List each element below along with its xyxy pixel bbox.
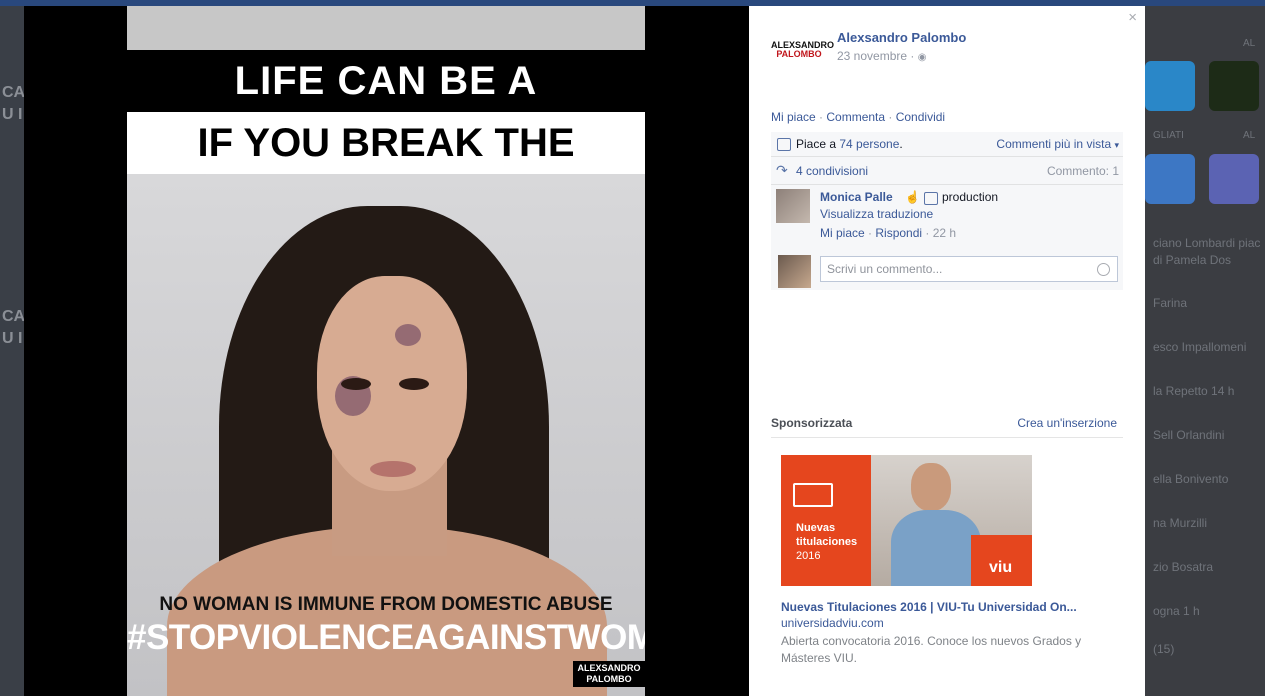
background-text: ella Bonivento	[1153, 472, 1229, 486]
ad-person-head	[911, 463, 951, 511]
ad-badge: Nuevas titulaciones 2016	[796, 521, 857, 563]
background-text: la Repetto 14 h	[1153, 384, 1235, 398]
background-text: GLIATI	[1153, 130, 1184, 141]
ad-badge-year: 2016	[796, 550, 821, 562]
ad-person-body	[891, 510, 981, 586]
likes-sentence: Piace a 74 persone.	[796, 137, 903, 151]
game-thumbnail	[1145, 154, 1195, 204]
background-text: Farina	[1153, 296, 1188, 310]
ad-badge-line: titulaciones	[796, 536, 858, 548]
background-text: CA	[2, 84, 26, 101]
ad-brand-logo: viu	[989, 559, 1013, 576]
caption-hashtag: #STOPVIOLENCEAGAINSTWOMEN	[127, 618, 645, 657]
date-text: 23 novembre ·	[837, 49, 918, 63]
background-left-column: CA U I CA U I	[0, 6, 26, 696]
separator: ·	[922, 226, 933, 240]
close-icon[interactable]: ×	[1128, 9, 1137, 26]
shares-link[interactable]: 4 condivisioni	[796, 164, 868, 178]
background-text: Sell Orlandini	[1153, 428, 1225, 442]
comment-actions: Mi piace · Rispondi · 22 h	[820, 226, 956, 240]
game-thumbnail	[1209, 61, 1259, 111]
campaign-photo: LIFE CAN BE A FAIRYTALE IF YOU BREAK THE…	[127, 6, 645, 696]
feedback-box: Piace a 74 persone. Commenti più in vist…	[771, 132, 1123, 290]
background-text: zio Bosatra	[1153, 560, 1214, 574]
reply-button[interactable]: Rispondi	[875, 226, 922, 240]
background-text: di Pamela Dos	[1153, 253, 1232, 267]
eye-shape	[341, 378, 371, 390]
ad-badge-line: Nuevas	[796, 522, 836, 534]
sort-label: Commenti più in vista	[996, 137, 1112, 151]
comment-button[interactable]: Commenta	[826, 110, 885, 124]
comment-count: Commento: 1	[1046, 164, 1119, 178]
artist-logo: ALEXSANDRO PALOMBO	[573, 661, 645, 687]
chevron-down-icon: ▾	[1114, 140, 1119, 150]
background-text: na Murzilli	[1153, 516, 1208, 530]
background-text: ciano Lombardi piac	[1153, 236, 1261, 250]
avatar-line: PALOMBO	[776, 49, 822, 59]
separator: ·	[815, 110, 827, 124]
headline-bottom: IF YOU BREAK THE SILENCE	[127, 112, 645, 227]
ad-title-link[interactable]: Nuevas Titulaciones 2016 | VIU-Tu Univer…	[781, 600, 1121, 614]
game-thumbnail	[1209, 154, 1259, 204]
shares-row: ↷ 4 condivisioni Commento: 1	[771, 158, 1123, 185]
background-text: U I	[2, 330, 23, 347]
comment-sort-dropdown[interactable]: Commenti più in vista ▾	[996, 137, 1119, 151]
background-text: U I	[2, 106, 23, 123]
background-text: ogna 1 h	[1153, 604, 1200, 618]
viewer-avatar	[778, 255, 811, 288]
sponsored-header: Sponsorizzata Crea un'inserzione	[771, 416, 1123, 438]
sponsored-label: Sponsorizzata	[771, 416, 853, 430]
likes-count-link[interactable]: 74 persone	[839, 137, 899, 151]
commenter-avatar[interactable]	[776, 189, 810, 223]
likes-row: Piace a 74 persone. Commenti più in vist…	[771, 132, 1123, 157]
post-panel: × ALEXSANDRO PALOMBO Alexsandro Palombo …	[749, 6, 1145, 696]
headline-top: LIFE CAN BE A FAIRYTALE	[127, 50, 645, 165]
translate-link[interactable]: Visualizza traduzione	[820, 207, 933, 221]
eye-shape	[399, 378, 429, 390]
likes-suffix: .	[899, 137, 903, 151]
author-name-link[interactable]: Alexsandro Palombo	[837, 30, 966, 45]
photo-stage[interactable]: LIFE CAN BE A FAIRYTALE IF YOU BREAK THE…	[24, 6, 749, 696]
background-text: CA	[2, 308, 26, 325]
ad-url-link[interactable]: universidadviu.com	[781, 616, 884, 630]
share-arrow-icon: ↷	[776, 162, 788, 178]
lips-shape	[370, 461, 416, 477]
globe-icon[interactable]: ◉	[918, 52, 927, 63]
separator: ·	[864, 226, 876, 240]
pointing-hand-icon: ☝	[905, 190, 920, 204]
separator: ·	[885, 110, 896, 124]
background-text: AL	[1243, 38, 1256, 49]
comment-like-button[interactable]: Mi piace	[820, 226, 865, 240]
logo-line: PALOMBO	[586, 674, 632, 684]
game-thumbnail	[1145, 61, 1195, 111]
comment-input[interactable]	[820, 256, 1118, 282]
create-ad-link[interactable]: Crea un'inserzione	[1017, 416, 1117, 430]
bruise-mark	[395, 324, 421, 346]
ad-orange-panel: Nuevas titulaciones 2016	[781, 455, 871, 586]
comment-text: production	[942, 190, 999, 204]
commenter-name-link[interactable]: Monica Palle	[820, 190, 893, 204]
post-date: 23 novembre · ◉	[837, 49, 926, 63]
comment-time: 22 h	[932, 226, 957, 240]
laptop-icon	[793, 483, 833, 507]
logo-line: ALEXSANDRO	[577, 663, 641, 673]
ad-image[interactable]: Nuevas titulaciones 2016 viu	[781, 455, 1032, 586]
background-text: (15)	[1153, 642, 1175, 656]
thumbs-up-icon	[924, 192, 938, 205]
emoji-smile-icon[interactable]	[1097, 263, 1110, 276]
ad-description: Abierta convocatoria 2016. Conoce los nu…	[781, 634, 1082, 665]
ad-photo: viu	[871, 455, 1032, 586]
like-button[interactable]: Mi piace	[771, 110, 816, 124]
author-avatar[interactable]: ALEXSANDRO PALOMBO	[771, 41, 834, 69]
background-right-column: AL GLIATI AL ciano Lombardi piac di Pame…	[1145, 6, 1265, 696]
background-text: esco Impallomeni	[1153, 340, 1247, 354]
post-actions: Mi piace · Commenta · Condividi	[771, 110, 945, 124]
likes-prefix: Piace a	[796, 137, 840, 151]
like-thumb-icon	[777, 138, 791, 151]
caption-line-1: NO WOMAN IS IMMUNE FROM DOMESTIC ABUSE	[159, 594, 613, 615]
photo-top-band	[127, 6, 645, 50]
share-button[interactable]: Condividi	[896, 110, 945, 124]
background-text: AL	[1243, 130, 1256, 141]
